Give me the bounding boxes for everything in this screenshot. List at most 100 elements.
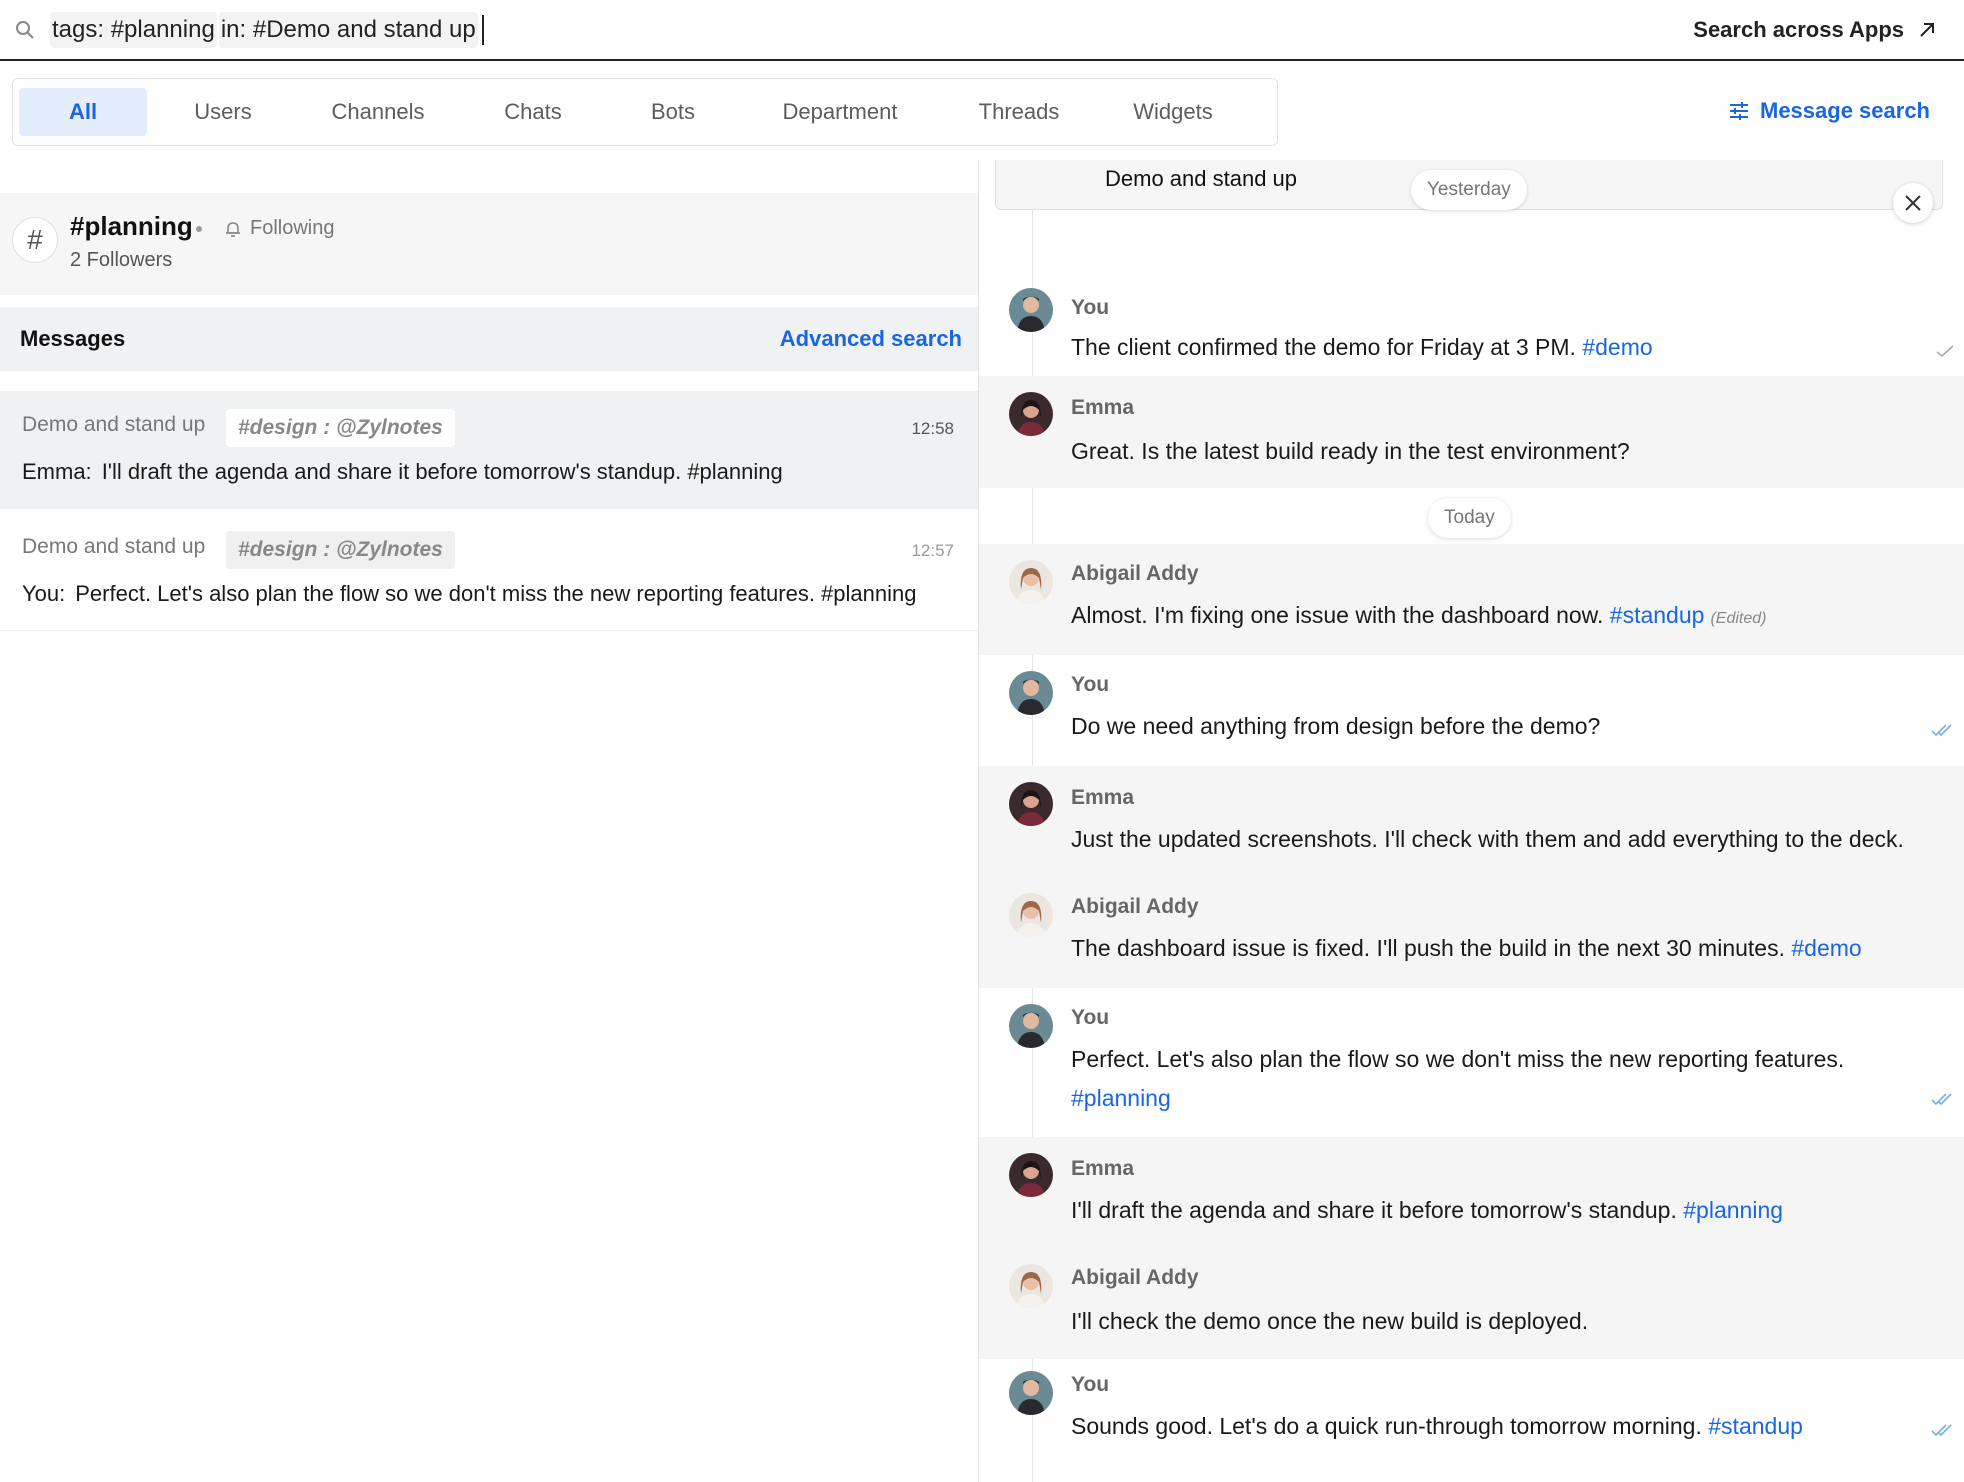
message-sender: Emma xyxy=(1071,786,1135,809)
edited-label: (Edited) xyxy=(1710,610,1767,627)
message-text: The dashboard issue is fixed. I'll push … xyxy=(1071,935,1862,961)
result-chat-title: Demo and stand up xyxy=(22,413,206,436)
date-divider-yesterday: Yesterday xyxy=(1411,170,1527,210)
message-text: Almost. I'm fixing one issue with the da… xyxy=(1071,602,1767,628)
avatar-you xyxy=(1009,1004,1053,1048)
thread-message[interactable]: You Sounds good. Let's do a quick run-th… xyxy=(979,1359,1964,1482)
message-sender: Abigail Addy xyxy=(1071,1266,1199,1289)
message-search-button[interactable]: Message search xyxy=(1728,98,1930,124)
tab-department[interactable]: Department xyxy=(737,88,943,136)
thread-message[interactable]: You Perfect. Let's also plan the flow so… xyxy=(979,988,1964,1137)
avatar-abigail xyxy=(1009,893,1053,937)
thread-message[interactable]: Emma I'll draft the agenda and share it … xyxy=(979,1137,1964,1248)
tab-chats[interactable]: Chats xyxy=(457,88,609,136)
result-tag: #design : @Zylnotes xyxy=(226,409,455,447)
hashtag-link[interactable]: #standup xyxy=(1610,602,1705,628)
read-double-check-icon xyxy=(1931,724,1952,737)
thread-message[interactable]: Emma Just the updated screenshots. I'll … xyxy=(979,766,1964,877)
tab-channels[interactable]: Channels xyxy=(299,88,457,136)
search-category-tabs: All Users Channels Chats Bots Department… xyxy=(12,78,1278,146)
thread-message[interactable]: Abigail Addy The dashboard issue is fixe… xyxy=(979,877,1964,988)
text-caret xyxy=(481,14,484,45)
thread-message[interactable]: Abigail Addy I'll check the demo once th… xyxy=(979,1248,1964,1359)
avatar-you xyxy=(1009,1371,1053,1415)
message-sender: You xyxy=(1071,1006,1110,1029)
result-body: Perfect. Let's also plan the flow so we … xyxy=(75,581,917,606)
search-icon xyxy=(16,20,34,39)
thread-message[interactable]: Abigail Addy Almost. I'm fixing one issu… xyxy=(979,544,1964,655)
message-text: Perfect. Let's also plan the flow so we … xyxy=(1071,1046,1845,1111)
messages-section-header: Messages Advanced search xyxy=(0,307,978,371)
thread-message[interactable]: Emma Great. Is the latest build ready in… xyxy=(979,376,1964,488)
avatar-you xyxy=(1009,671,1053,715)
messages-title: Messages xyxy=(20,326,126,351)
tab-bots[interactable]: Bots xyxy=(609,88,737,136)
sent-check-icon xyxy=(1936,345,1954,358)
result-sender: You: xyxy=(22,581,66,606)
following-status[interactable]: Following xyxy=(196,217,334,240)
message-text: I'll draft the agenda and share it befor… xyxy=(1071,1197,1784,1223)
avatar-abigail xyxy=(1009,560,1053,604)
tab-all[interactable]: All xyxy=(19,88,147,136)
search-across-apps-button[interactable]: Search across Apps xyxy=(1693,17,1936,43)
message-text: I'll check the demo once the new build i… xyxy=(1071,1308,1589,1334)
message-text: Just the updated screenshots. I'll check… xyxy=(1071,826,1904,852)
result-time: 12:57 xyxy=(911,541,954,560)
avatar-emma xyxy=(1009,782,1053,826)
search-chip-tags[interactable]: tags: #planning xyxy=(50,11,217,48)
result-sender: Emma: xyxy=(22,459,92,484)
message-text: Sounds good. Let's do a quick run-throug… xyxy=(1071,1413,1803,1439)
avatar-you xyxy=(1009,288,1053,332)
channel-name: #planning xyxy=(70,211,193,241)
search-bar[interactable]: tags: #planning in: #Demo and stand up S… xyxy=(0,0,1964,61)
tab-threads[interactable]: Threads xyxy=(943,88,1095,136)
message-result[interactable]: Demo and stand up #design : @Zylnotes 12… xyxy=(0,391,978,509)
result-text: You: Perfect. Let's also plan the flow so… xyxy=(22,581,916,607)
message-sender: Emma xyxy=(1071,1157,1135,1180)
hashtag-link[interactable]: #demo xyxy=(1582,334,1652,360)
avatar-emma xyxy=(1009,1153,1053,1197)
avatar-emma xyxy=(1009,392,1053,436)
hashtag-link[interactable]: #planning xyxy=(1683,1197,1783,1223)
message-sender: You xyxy=(1071,673,1110,696)
external-arrow-icon xyxy=(1920,22,1934,37)
result-body: I'll draft the agenda and share it befor… xyxy=(101,459,783,484)
search-results-panel: # #planning Following 2 Followers Messag… xyxy=(0,160,978,1482)
message-sender: Emma xyxy=(1071,396,1135,419)
tab-widgets[interactable]: Widgets xyxy=(1095,88,1251,136)
close-icon xyxy=(1905,195,1921,211)
result-tag: #design : @Zylnotes xyxy=(226,531,455,569)
message-text: Do we need anything from design before t… xyxy=(1071,713,1601,739)
read-double-check-icon xyxy=(1931,1093,1952,1106)
thread-message[interactable]: You Do we need anything from design befo… xyxy=(979,655,1964,766)
message-text: Great. Is the latest build ready in the … xyxy=(1071,438,1630,464)
message-sender: You xyxy=(1071,296,1110,319)
bell-icon xyxy=(226,221,240,237)
read-double-check-icon xyxy=(1931,1424,1952,1437)
result-chat-title: Demo and stand up xyxy=(22,535,206,558)
result-time: 12:58 xyxy=(911,419,954,438)
hashtag-link[interactable]: #planning xyxy=(1071,1085,1171,1111)
search-input[interactable]: tags: #planning in: #Demo and stand up xyxy=(50,11,1693,48)
tab-users[interactable]: Users xyxy=(147,88,299,136)
message-result[interactable]: Demo and stand up #design : @Zylnotes 12… xyxy=(0,513,978,631)
hashtag-link[interactable]: #demo xyxy=(1791,935,1861,961)
channel-result[interactable]: # #planning Following 2 Followers xyxy=(0,193,978,295)
thread-message[interactable]: You The client confirmed the demo for Fr… xyxy=(979,272,1964,376)
advanced-search-link[interactable]: Advanced search xyxy=(780,326,962,352)
search-chip-in[interactable]: in: #Demo and stand up xyxy=(218,11,478,48)
close-button[interactable] xyxy=(1893,183,1933,223)
hashtag-link[interactable]: #standup xyxy=(1708,1413,1803,1439)
followers-count: 2 Followers xyxy=(70,249,173,271)
avatar-abigail xyxy=(1009,1264,1053,1308)
result-text: Emma: I'll draft the agenda and share it … xyxy=(22,459,783,485)
message-sender: Abigail Addy xyxy=(1071,562,1199,585)
message-text: The client confirmed the demo for Friday… xyxy=(1071,334,1653,360)
separator-dot xyxy=(196,225,202,232)
hash-icon: # xyxy=(12,217,58,263)
thread-quote-title: Demo and stand up xyxy=(1105,166,1298,191)
filter-sliders-icon xyxy=(1730,102,1748,120)
message-sender: Abigail Addy xyxy=(1071,895,1199,918)
date-divider-today: Today xyxy=(1428,498,1511,538)
thread-panel: Demo and stand up You The client confirm… xyxy=(978,160,1964,1482)
